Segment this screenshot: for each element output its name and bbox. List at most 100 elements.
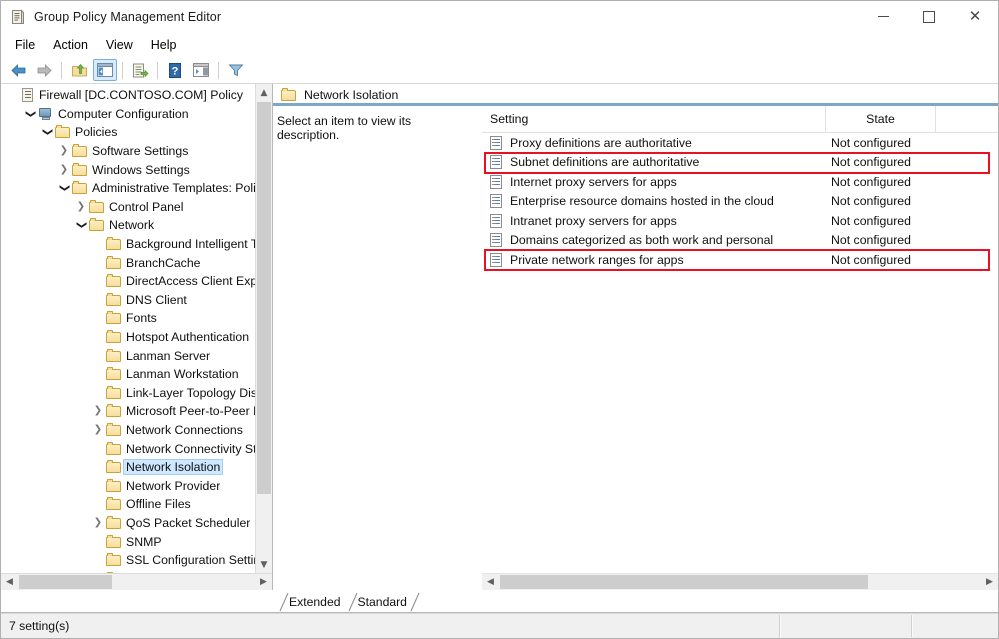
cell-setting: Intranet proxy servers for apps (482, 213, 826, 228)
tree-item-label: Network Provider (126, 478, 221, 493)
chevron-down-icon[interactable]: ❯ (22, 105, 38, 123)
table-row[interactable]: Domains categorized as both work and per… (482, 231, 998, 251)
tree-item[interactable]: ❯ Windows Settings (1, 160, 255, 179)
help-icon: ? (168, 62, 182, 78)
show-hide-console-tree-button[interactable] (93, 59, 117, 81)
column-header-setting[interactable]: Setting (482, 106, 826, 132)
tree-item[interactable]: Network Isolation (1, 458, 255, 477)
tree-item[interactable]: ❯ QoS Packet Scheduler (1, 514, 255, 533)
tree-item-label: SNMP (126, 534, 162, 549)
tree-item[interactable]: ❯ Microsoft Peer-to-Peer N (1, 402, 255, 421)
up-one-level-button[interactable] (67, 59, 91, 81)
menu-file[interactable]: File (6, 35, 44, 55)
tree-item[interactable]: Offline Files (1, 495, 255, 514)
chevron-right-icon[interactable]: ❯ (56, 161, 72, 179)
chevron-right-icon[interactable]: ❯ (90, 514, 106, 532)
tree-item[interactable]: SSL Configuration Settin (1, 551, 255, 570)
tree-item[interactable]: Fonts (1, 309, 255, 328)
list-horizontal-scrollbar[interactable]: ◀ ▶ (482, 573, 998, 590)
tab-standard[interactable]: Standard (348, 592, 420, 612)
chevron-right-icon[interactable]: ❯ (56, 142, 72, 160)
table-row[interactable]: Private network ranges for apps Not confi… (482, 250, 998, 270)
tree-item[interactable]: Lanman Server (1, 346, 255, 365)
menu-action[interactable]: Action (44, 35, 97, 55)
table-row[interactable]: Enterprise resource domains hosted in th… (482, 192, 998, 212)
tree-item[interactable]: SNMP (1, 532, 255, 551)
tab-extended[interactable]: Extended (279, 592, 348, 612)
cell-state: Not configured (831, 252, 911, 267)
scroll-left-button[interactable]: ◀ (1, 574, 18, 590)
forward-button[interactable] (32, 59, 56, 81)
tree-item[interactable]: Network Provider (1, 476, 255, 495)
scroll-thumb-vertical[interactable] (257, 102, 271, 494)
folder-icon (106, 553, 122, 567)
maximize-icon (923, 10, 935, 23)
chevron-right-icon[interactable]: ❯ (90, 402, 106, 420)
cell-state: Not configured (831, 135, 911, 150)
table-row[interactable]: Internet proxy servers for apps Not confi… (482, 172, 998, 192)
minimize-button[interactable] (860, 1, 906, 32)
tree-scroll-area: Firewall [DC.CONTOSO.COM] Policy ❯ Compute… (1, 84, 272, 573)
toolbar-separator-4 (218, 61, 219, 79)
table-row[interactable]: Intranet proxy servers for apps Not confi… (482, 211, 998, 231)
tree-item[interactable]: Link-Layer Topology Dis (1, 384, 255, 403)
minimize-icon (877, 16, 889, 17)
list-scroll-left-button[interactable]: ◀ (482, 574, 499, 590)
tree-item[interactable]: Network Connectivity St (1, 439, 255, 458)
tree-item[interactable]: DirectAccess Client Expe (1, 272, 255, 291)
scroll-thumb-horizontal[interactable] (19, 575, 112, 589)
tree-item[interactable]: ❯ Network (1, 216, 255, 235)
tree-item[interactable]: Firewall [DC.CONTOSO.COM] Policy (1, 86, 255, 105)
folder-icon (106, 515, 122, 530)
main-split: Firewall [DC.CONTOSO.COM] Policy ❯ Compute… (1, 84, 998, 590)
description-pane: Select an item to view its description. (273, 106, 481, 590)
scroll-down-button[interactable]: ▼ (256, 556, 272, 573)
tree-item[interactable]: ❯ Software Settings (1, 142, 255, 161)
tree-item[interactable]: ❯ Policies (1, 123, 255, 142)
tree-item[interactable]: ❯ Computer Configuration (1, 105, 255, 124)
tab-slash-left (279, 592, 289, 612)
tree-item[interactable]: ❯ Administrative Templates: Polic (1, 179, 255, 198)
export-list-button[interactable] (128, 59, 152, 81)
tree-item[interactable]: ❯ Network Connections (1, 421, 255, 440)
tree-list: Firewall [DC.CONTOSO.COM] Policy ❯ Compute… (1, 84, 255, 573)
close-button[interactable]: ✕ (952, 1, 998, 32)
tree-horizontal-scrollbar[interactable]: ◀ ▶ (1, 573, 272, 590)
scroll-up-button[interactable]: ▲ (256, 84, 272, 101)
tree-item[interactable]: ❯ Control Panel (1, 198, 255, 217)
chevron-right-icon[interactable]: ❯ (73, 198, 89, 216)
chevron-right-icon[interactable]: ❯ (90, 421, 106, 439)
folder-icon (106, 274, 122, 288)
tree-item[interactable]: Background Intelligent T (1, 235, 255, 254)
chevron-down-icon[interactable]: ❯ (73, 216, 89, 234)
maximize-button[interactable] (906, 1, 952, 32)
document-icon (21, 87, 35, 103)
setting-name: Intranet proxy servers for apps (510, 213, 677, 228)
chevron-down-icon[interactable]: ❯ (39, 123, 55, 141)
help-button[interactable]: ? (163, 59, 187, 81)
tree-item[interactable]: Lanman Workstation (1, 365, 255, 384)
show-hide-action-pane-button[interactable] (189, 59, 213, 81)
tree-item[interactable]: DNS Client (1, 291, 255, 310)
filter-button[interactable] (224, 59, 248, 81)
table-row[interactable]: Proxy definitions are authoritative Not c… (482, 133, 998, 153)
tree-vertical-scrollbar[interactable]: ▲ ▼ (255, 84, 272, 573)
tree-item-label: Network Connections (126, 422, 243, 437)
tree-item-label: Hotspot Authentication (126, 330, 250, 345)
folder-icon (106, 460, 122, 474)
tree-item[interactable]: Hotspot Authentication (1, 328, 255, 347)
tree-item[interactable]: BranchCache (1, 253, 255, 272)
results-header-title: Network Isolation (304, 88, 399, 102)
scroll-right-button[interactable]: ▶ (255, 574, 272, 590)
table-row[interactable]: Subnet definitions are authoritative Not … (482, 153, 998, 173)
chevron-down-icon[interactable]: ❯ (56, 179, 72, 197)
folder-icon (106, 497, 122, 511)
menu-help[interactable]: Help (142, 35, 186, 55)
column-header-state[interactable]: State (826, 106, 936, 132)
list-scroll-thumb[interactable] (500, 575, 868, 589)
list-scroll-right-button[interactable]: ▶ (981, 574, 998, 590)
back-button[interactable] (6, 59, 30, 81)
menu-view[interactable]: View (97, 35, 142, 55)
